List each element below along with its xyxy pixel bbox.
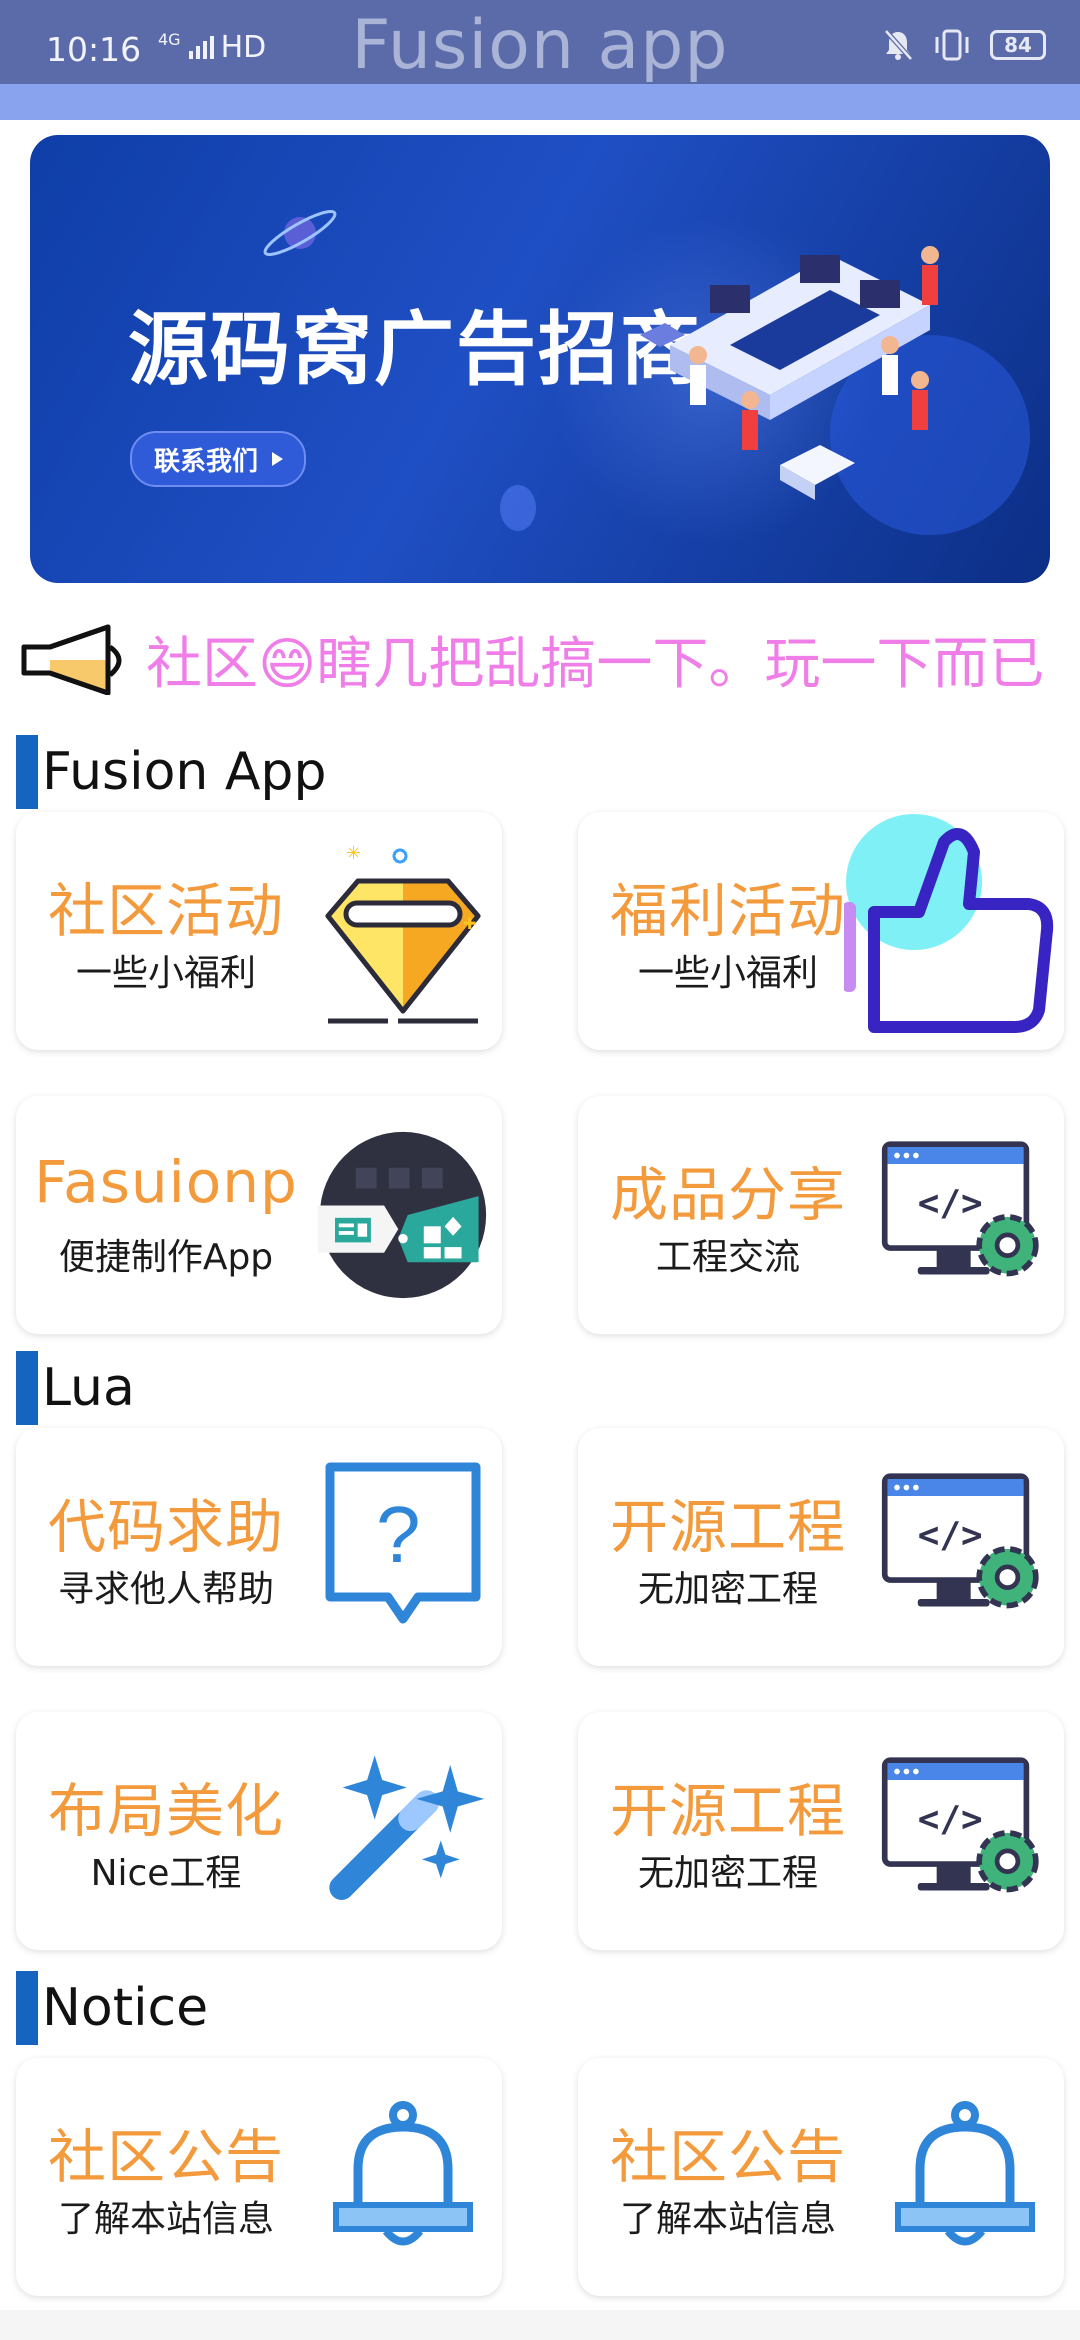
- thumbs-up-icon: [844, 812, 1064, 1050]
- card-subtitle: 工程交流: [655, 1237, 800, 1278]
- svg-text:</>: </>: [918, 1799, 983, 1840]
- card-subtitle: 便捷制作App: [58, 1237, 274, 1278]
- mute-bell-icon: [884, 29, 913, 61]
- card-subtitle: Nice工程: [90, 1853, 242, 1894]
- section-fusion-app: Fusion App: [16, 735, 327, 809]
- svg-text:?: ?: [376, 1490, 421, 1579]
- section-title: Fusion App: [42, 742, 327, 802]
- code-monitor-icon: </>: [880, 1724, 1050, 1938]
- battery-indicator: 84: [990, 30, 1046, 60]
- svg-text:</>: </>: [918, 1183, 983, 1224]
- vibrate-icon: [935, 29, 969, 61]
- card-code-help[interactable]: 代码求助 寻求他人帮助 ?: [16, 1428, 502, 1666]
- card-subtitle: 了解本站信息: [619, 2199, 836, 2240]
- status-bar: 10:16 4G HD Fusion app 84: [0, 0, 1080, 85]
- card-subtitle: 无加密工程: [637, 1853, 818, 1894]
- ad-banner[interactable]: 源码窝广告招商 联系我们: [30, 135, 1050, 583]
- contact-us-button[interactable]: 联系我们: [130, 431, 307, 487]
- card-community-notice-2[interactable]: 社区公告 了解本站信息: [578, 2058, 1064, 2296]
- app-builder-icon: [318, 1108, 488, 1322]
- code-monitor-icon: </>: [880, 1108, 1050, 1322]
- speaker-icon: [21, 624, 122, 695]
- svg-text:</>: </>: [918, 1515, 983, 1556]
- card-fasuionp[interactable]: Fasuionp 便捷制作App: [16, 1096, 502, 1334]
- card-open-source-1[interactable]: 开源工程 无加密工程 </>: [578, 1428, 1064, 1666]
- card-product-share[interactable]: 成品分享 工程交流 </>: [578, 1096, 1064, 1334]
- card-subtitle: 寻求他人帮助: [57, 1569, 274, 1610]
- code-monitor-icon: </>: [880, 1440, 1050, 1654]
- magic-wand-icon: [318, 1724, 488, 1938]
- bottom-strip: [0, 2310, 1080, 2340]
- card-title: 福利活动: [609, 877, 846, 945]
- card-title: 开源工程: [609, 1777, 846, 1845]
- card-open-source-2[interactable]: 开源工程 无加密工程 </>: [578, 1712, 1064, 1950]
- card-title: 成品分享: [609, 1161, 846, 1229]
- section-marker: [16, 1351, 38, 1425]
- section-title: Notice: [42, 1978, 209, 2038]
- card-title: 开源工程: [609, 1493, 846, 1561]
- contact-us-label: 联系我们: [154, 446, 259, 477]
- card-welfare-activity[interactable]: 福利活动 一些小福利: [578, 812, 1064, 1050]
- office-illustration: [640, 246, 939, 500]
- bell-icon: [318, 2070, 488, 2284]
- section-marker: [16, 735, 38, 809]
- banner-title: 源码窝广告招商: [128, 303, 702, 396]
- announcement-marquee[interactable]: 社区😄瞎几把乱搞一下。玩一下而已: [0, 615, 1080, 695]
- card-title: 社区公告: [609, 2123, 846, 2191]
- card-community-notice-1[interactable]: 社区公告 了解本站信息: [16, 2058, 502, 2296]
- marquee-text: 社区😄瞎几把乱搞一下。玩一下而已: [146, 632, 1045, 695]
- section-marker: [16, 1971, 38, 2045]
- diamond-icon: ✳ ✚: [318, 824, 488, 1038]
- section-notice: Notice: [16, 1971, 209, 2045]
- svg-text:✳: ✳: [346, 843, 361, 864]
- bell-icon: [880, 2070, 1050, 2284]
- section-lua: Lua: [16, 1351, 135, 1425]
- card-title: 社区活动: [47, 877, 284, 945]
- card-title: Fasuionp: [34, 1148, 298, 1216]
- section-title: Lua: [42, 1358, 135, 1418]
- card-title: 代码求助: [47, 1493, 284, 1561]
- card-title: 社区公告: [47, 2123, 284, 2191]
- accent-strip: [0, 84, 1080, 120]
- card-subtitle: 了解本站信息: [57, 2199, 274, 2240]
- card-subtitle: 无加密工程: [637, 1569, 818, 1610]
- card-layout-beautify[interactable]: 布局美化 Nice工程: [16, 1712, 502, 1950]
- play-arrow-icon: [272, 452, 284, 466]
- card-subtitle: 一些小福利: [637, 953, 818, 994]
- planet-icon: [263, 210, 337, 256]
- question-bubble-icon: ?: [318, 1440, 488, 1654]
- svg-text:✚: ✚: [463, 914, 476, 933]
- status-right: 84: [882, 28, 1046, 62]
- card-subtitle: 一些小福利: [75, 953, 256, 994]
- card-community-activity[interactable]: 社区活动 一些小福利 ✳ ✚: [16, 812, 502, 1050]
- card-title: 布局美化: [47, 1777, 284, 1845]
